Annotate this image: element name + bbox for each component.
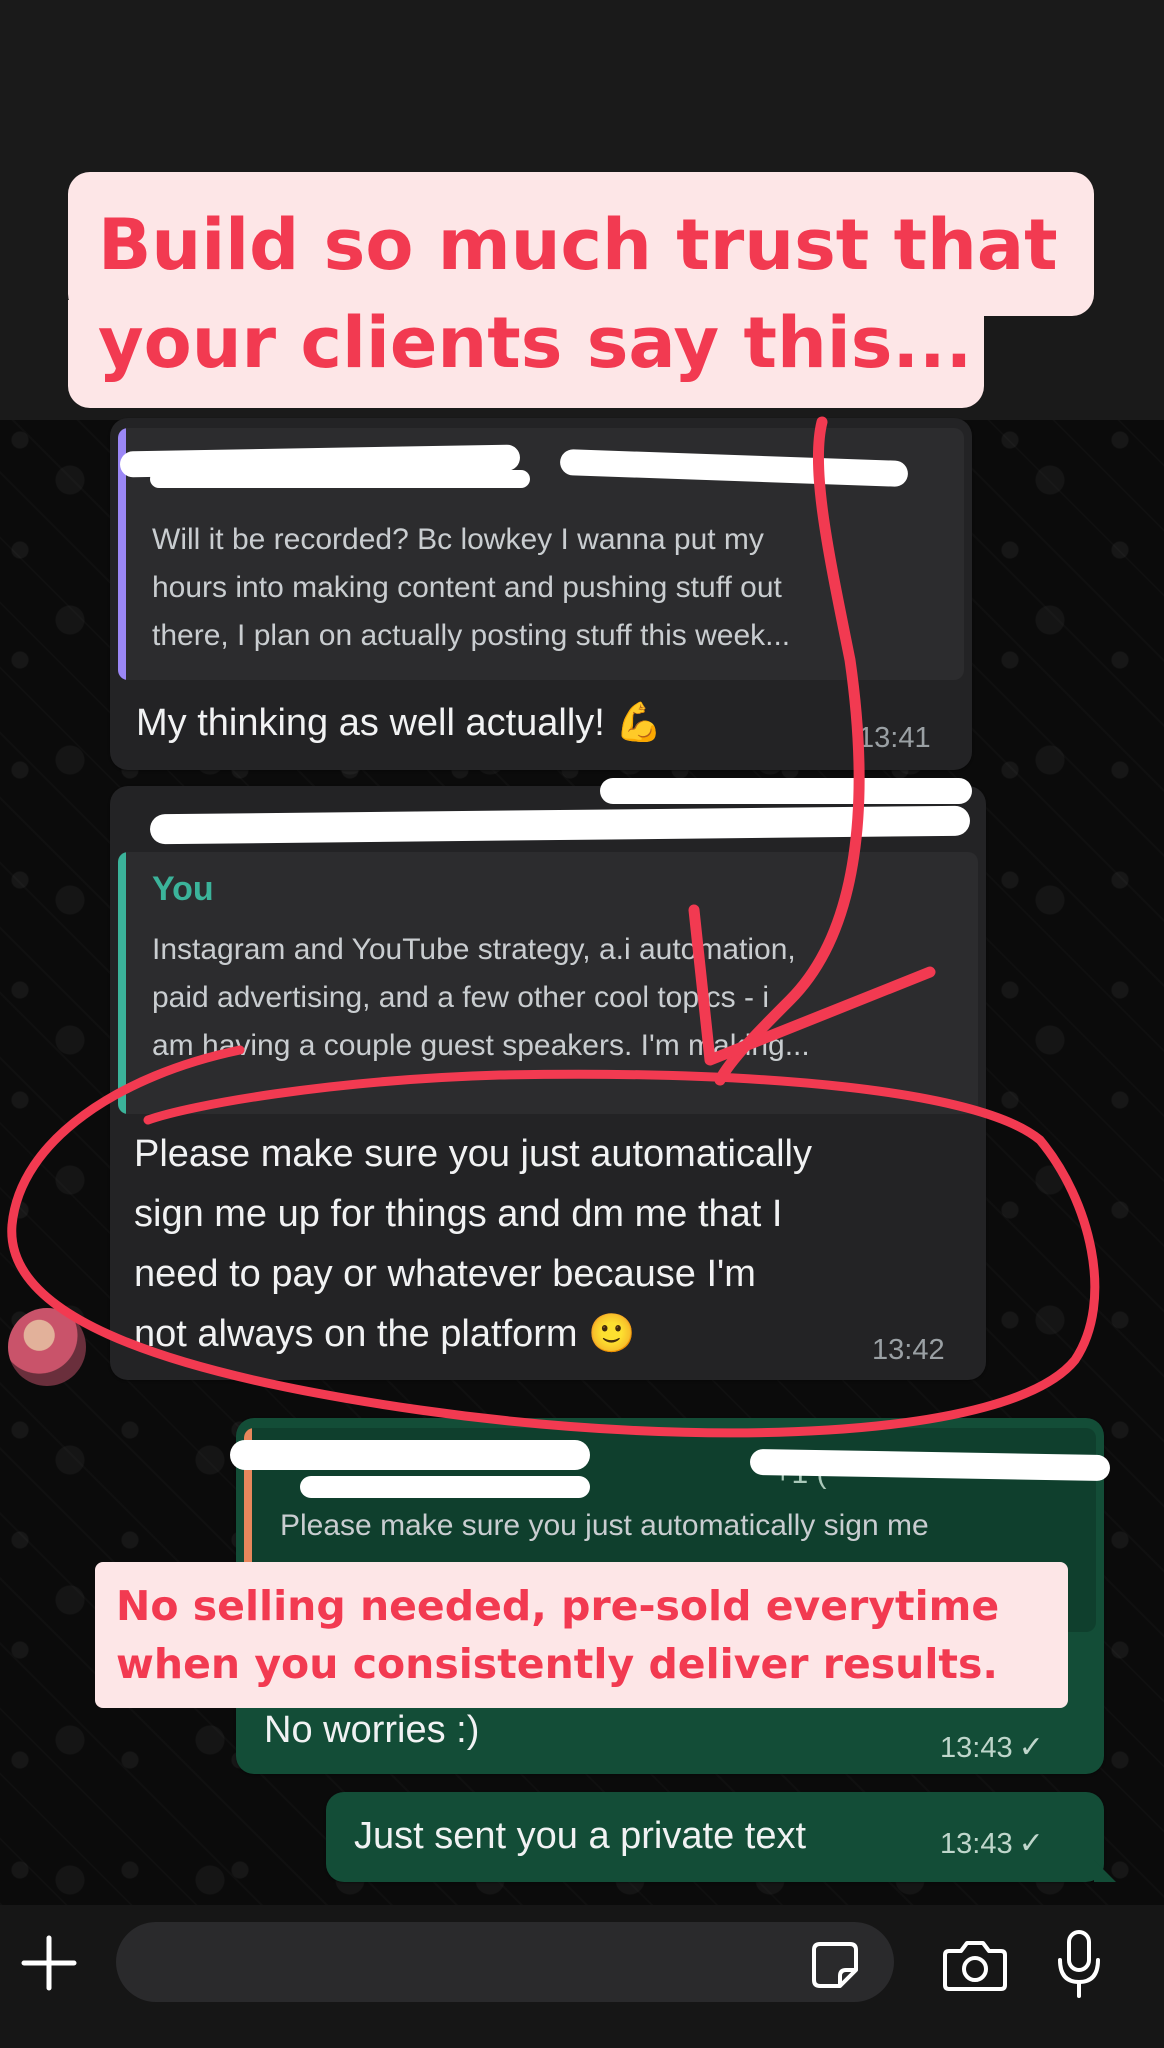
message-time: 13:42 [872,1334,945,1366]
sender-avatar[interactable] [8,1308,86,1386]
message-text-line: sign me up for things and dm me that I [134,1193,783,1235]
quote-line: hours into making content and pushing st… [152,571,782,604]
time-label: 13:43 [940,1828,1013,1860]
headline-line-1: Build so much trust that [98,204,1058,286]
time-label: 13:43 [940,1732,1013,1764]
redaction-scribble [300,1476,590,1498]
message-bubble-4[interactable]: Just sent you a private text 13:43 ✓ [326,1792,1104,1882]
quote-line: Please make sure you just automatically … [280,1509,929,1542]
redaction-scribble [600,778,972,804]
message-time: 13:43 ✓ [940,1730,1044,1765]
message-time: 13:43 ✓ [940,1826,1044,1861]
redaction-scribble [150,470,530,488]
message-text: Just sent you a private text [354,1815,807,1857]
message-text: No worries :) [264,1709,480,1751]
message-bubble-2[interactable]: You Instagram and YouTube strategy, a.i … [110,786,986,1380]
quote-line: Will it be recorded? Bc lowkey I wanna p… [152,523,764,556]
plus-icon[interactable] [18,1932,80,1994]
redaction-scribble [230,1440,590,1470]
message-text: My thinking as well actually! 💪 [136,702,663,744]
quote-bar [118,852,126,1114]
quote-line: Instagram and YouTube strategy, a.i auto… [152,933,796,966]
message-input[interactable] [116,1922,894,2002]
quote-author: You [152,870,214,908]
headline-line-2: your clients say this... [98,302,973,384]
camera-icon[interactable] [943,1937,1007,1993]
sent-check-icon: ✓ [1018,1827,1044,1860]
quote-line: paid advertising, and a few other cool t… [152,981,770,1014]
sent-check-icon: ✓ [1018,1731,1044,1764]
microphone-icon[interactable] [1054,1928,1104,2000]
message-text-line: Please make sure you just automatically [134,1133,812,1175]
quote-line: there, I plan on actually posting stuff … [152,619,791,652]
callout-line-1: No selling needed, pre-sold everytime [116,1582,1000,1630]
message-text-line: not always on the platform 🙂 [134,1313,636,1355]
quoted-reply-2[interactable]: You Instagram and YouTube strategy, a.i … [118,852,978,1114]
quote-line: am having a couple guest speakers. I'm m… [152,1029,810,1062]
callout-line-2: when you consistently deliver results. [116,1640,999,1688]
bubble-tail [1094,1860,1116,1882]
message-text-line: need to pay or whatever because I'm [134,1253,756,1295]
message-time: 13:41 [858,722,931,754]
sticker-icon[interactable] [810,1940,860,1990]
